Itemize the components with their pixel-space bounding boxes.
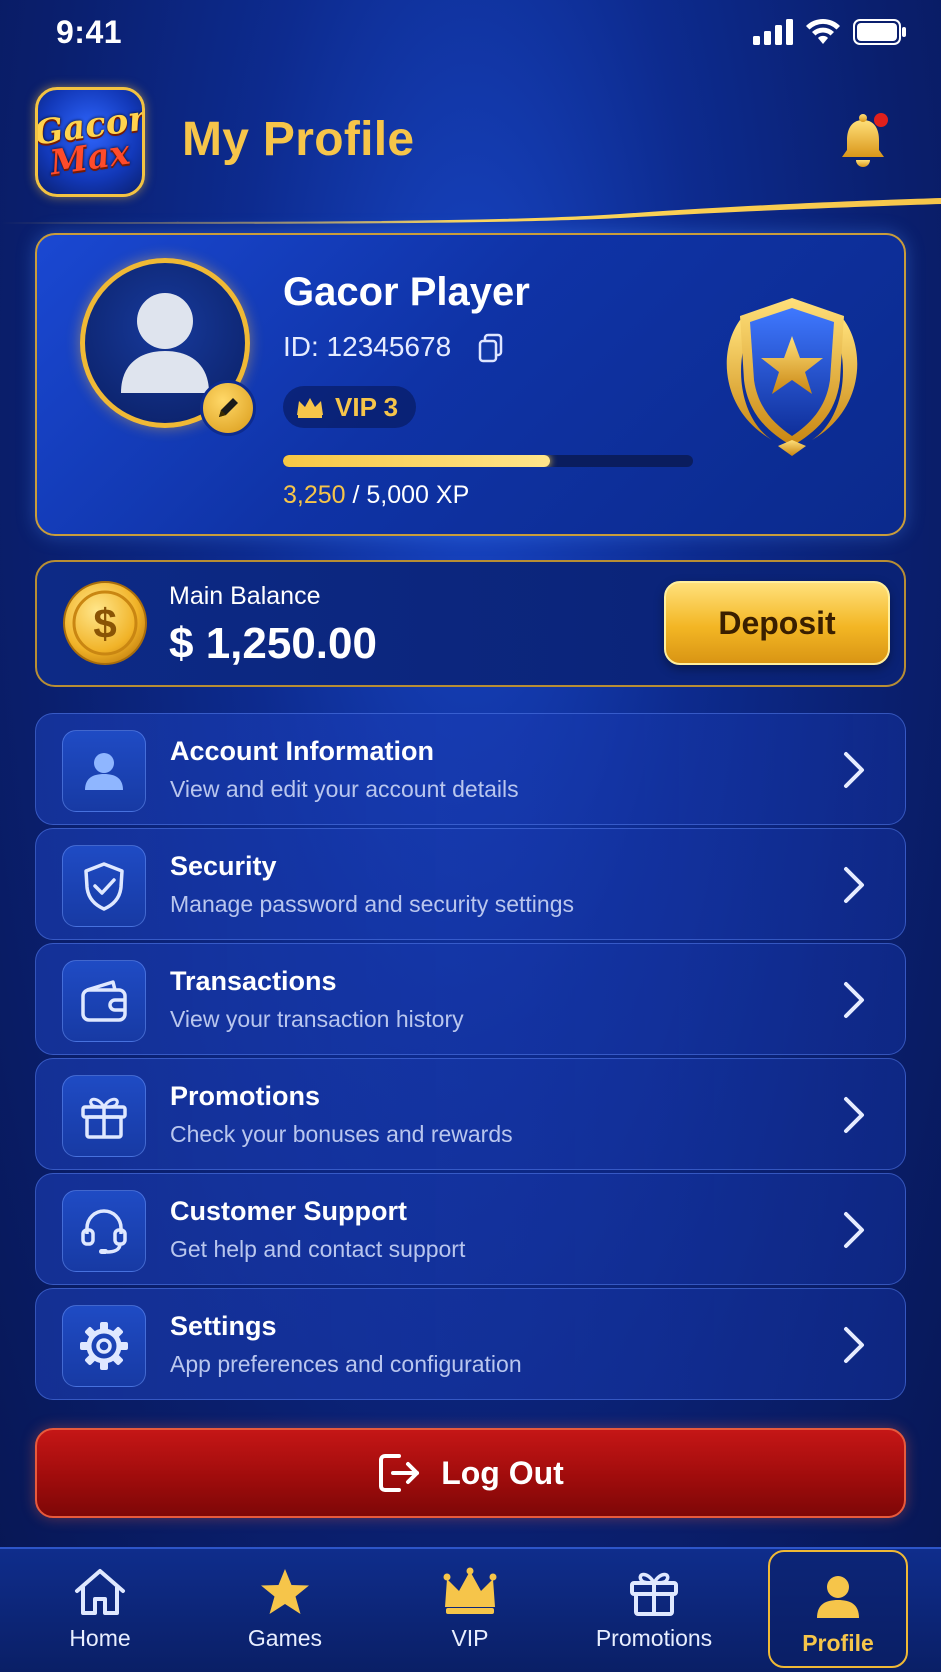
menu-subtitle: View and edit your account details (170, 776, 519, 802)
crown-icon (443, 1567, 497, 1614)
dollar-coin-icon: $ (63, 581, 147, 665)
menu-title: Settings (170, 1311, 277, 1341)
menu-icon-box (62, 1305, 146, 1387)
xp-progress-fill (283, 455, 550, 467)
menu-subtitle: Check your bonuses and rewards (170, 1121, 513, 1147)
menu-item-security[interactable]: Security Manage password and security se… (35, 828, 906, 940)
nav-label: Promotions (595, 1625, 713, 1651)
xp-text: 3,250 / 5,000 XP (283, 481, 469, 510)
menu-item-settings[interactable]: Settings App preferences and configurati… (35, 1288, 906, 1400)
menu-item-account-information[interactable]: Account Information View and edit your a… (35, 713, 906, 825)
rank-shield-icon (726, 298, 858, 456)
copy-id-button[interactable] (478, 333, 504, 363)
nav-home[interactable]: Home (30, 1547, 170, 1672)
header-divider (0, 198, 941, 224)
gift-icon (81, 1097, 127, 1139)
player-name: Gacor Player (283, 270, 530, 314)
menu-icon-box (62, 845, 146, 927)
gear-icon (80, 1322, 128, 1370)
balance-value: $ 1,250.00 (169, 619, 377, 668)
menu-icon-box (62, 1190, 146, 1272)
wifi-icon (806, 18, 840, 44)
logo-text-bottom: Max (47, 132, 133, 184)
edit-avatar-button[interactable] (200, 380, 256, 436)
svg-text:$: $ (93, 600, 116, 647)
pencil-icon (219, 398, 238, 417)
notification-dot (874, 113, 888, 127)
xp-current: 3,250 (283, 481, 346, 509)
menu-title: Account Information (170, 736, 434, 766)
battery-icon (853, 19, 906, 45)
menu-title: Customer Support (170, 1196, 408, 1226)
vip-level-badge: VIP 3 (283, 386, 417, 428)
chevron-right-icon (844, 1327, 864, 1363)
nav-games[interactable]: Games (215, 1547, 355, 1672)
nav-vip[interactable]: VIP (400, 1547, 540, 1672)
nav-label: Home (69, 1625, 131, 1651)
menu-icon-box (62, 730, 146, 812)
chevron-right-icon (844, 752, 864, 788)
copy-icon (478, 333, 503, 363)
player-id: ID: 12345678 (283, 331, 452, 362)
nav-profile[interactable]: Profile (768, 1550, 908, 1668)
menu-icon-box (62, 960, 146, 1042)
chevron-right-icon (844, 1212, 864, 1248)
status-time: 9:41 (56, 14, 123, 50)
wallet-icon (81, 980, 127, 1022)
chevron-right-icon (844, 982, 864, 1018)
menu-subtitle: Manage password and security settings (170, 891, 574, 917)
logout-label: Log Out (441, 1454, 564, 1491)
nav-promotions[interactable]: Promotions (584, 1547, 724, 1672)
signal-icon (753, 19, 793, 45)
menu-subtitle: View your transaction history (170, 1006, 464, 1032)
menu-title: Security (170, 851, 277, 881)
crown-icon (297, 398, 323, 418)
menu-title: Promotions (170, 1081, 321, 1111)
star-icon (261, 1569, 309, 1614)
chevron-right-icon (844, 1097, 864, 1133)
deposit-button[interactable]: Deposit (664, 581, 890, 665)
nav-label: Games (247, 1625, 323, 1651)
xp-total: / 5,000 XP (345, 481, 470, 509)
shield-check-icon (84, 862, 124, 911)
nav-label: Profile (802, 1630, 874, 1656)
bell-icon (842, 113, 888, 167)
home-icon (75, 1569, 125, 1615)
logout-icon (379, 1454, 420, 1492)
menu-subtitle: Get help and contact support (170, 1236, 466, 1262)
status-icons (753, 18, 907, 46)
gift-icon (630, 1572, 678, 1616)
nav-label: VIP (451, 1625, 489, 1651)
balance-label: Main Balance (169, 582, 321, 610)
menu-item-customer-support[interactable]: Customer Support Get help and contact su… (35, 1173, 906, 1285)
logout-button[interactable]: Log Out (35, 1428, 906, 1518)
user-icon (817, 1576, 859, 1618)
user-icon (85, 753, 123, 790)
xp-progress-bar (283, 455, 693, 467)
menu-item-transactions[interactable]: Transactions View your transaction histo… (35, 943, 906, 1055)
menu-icon-box (62, 1075, 146, 1157)
notification-button[interactable] (837, 112, 893, 170)
chevron-right-icon (844, 867, 864, 903)
menu-item-promotions[interactable]: Promotions Check your bonuses and reward… (35, 1058, 906, 1170)
menu-subtitle: App preferences and configuration (170, 1351, 522, 1377)
headset-icon (81, 1209, 127, 1254)
vip-level-label: VIP 3 (335, 391, 399, 422)
app-logo: Gacor Max (35, 87, 145, 197)
menu-title: Transactions (170, 966, 337, 996)
page-title: My Profile (182, 113, 415, 166)
